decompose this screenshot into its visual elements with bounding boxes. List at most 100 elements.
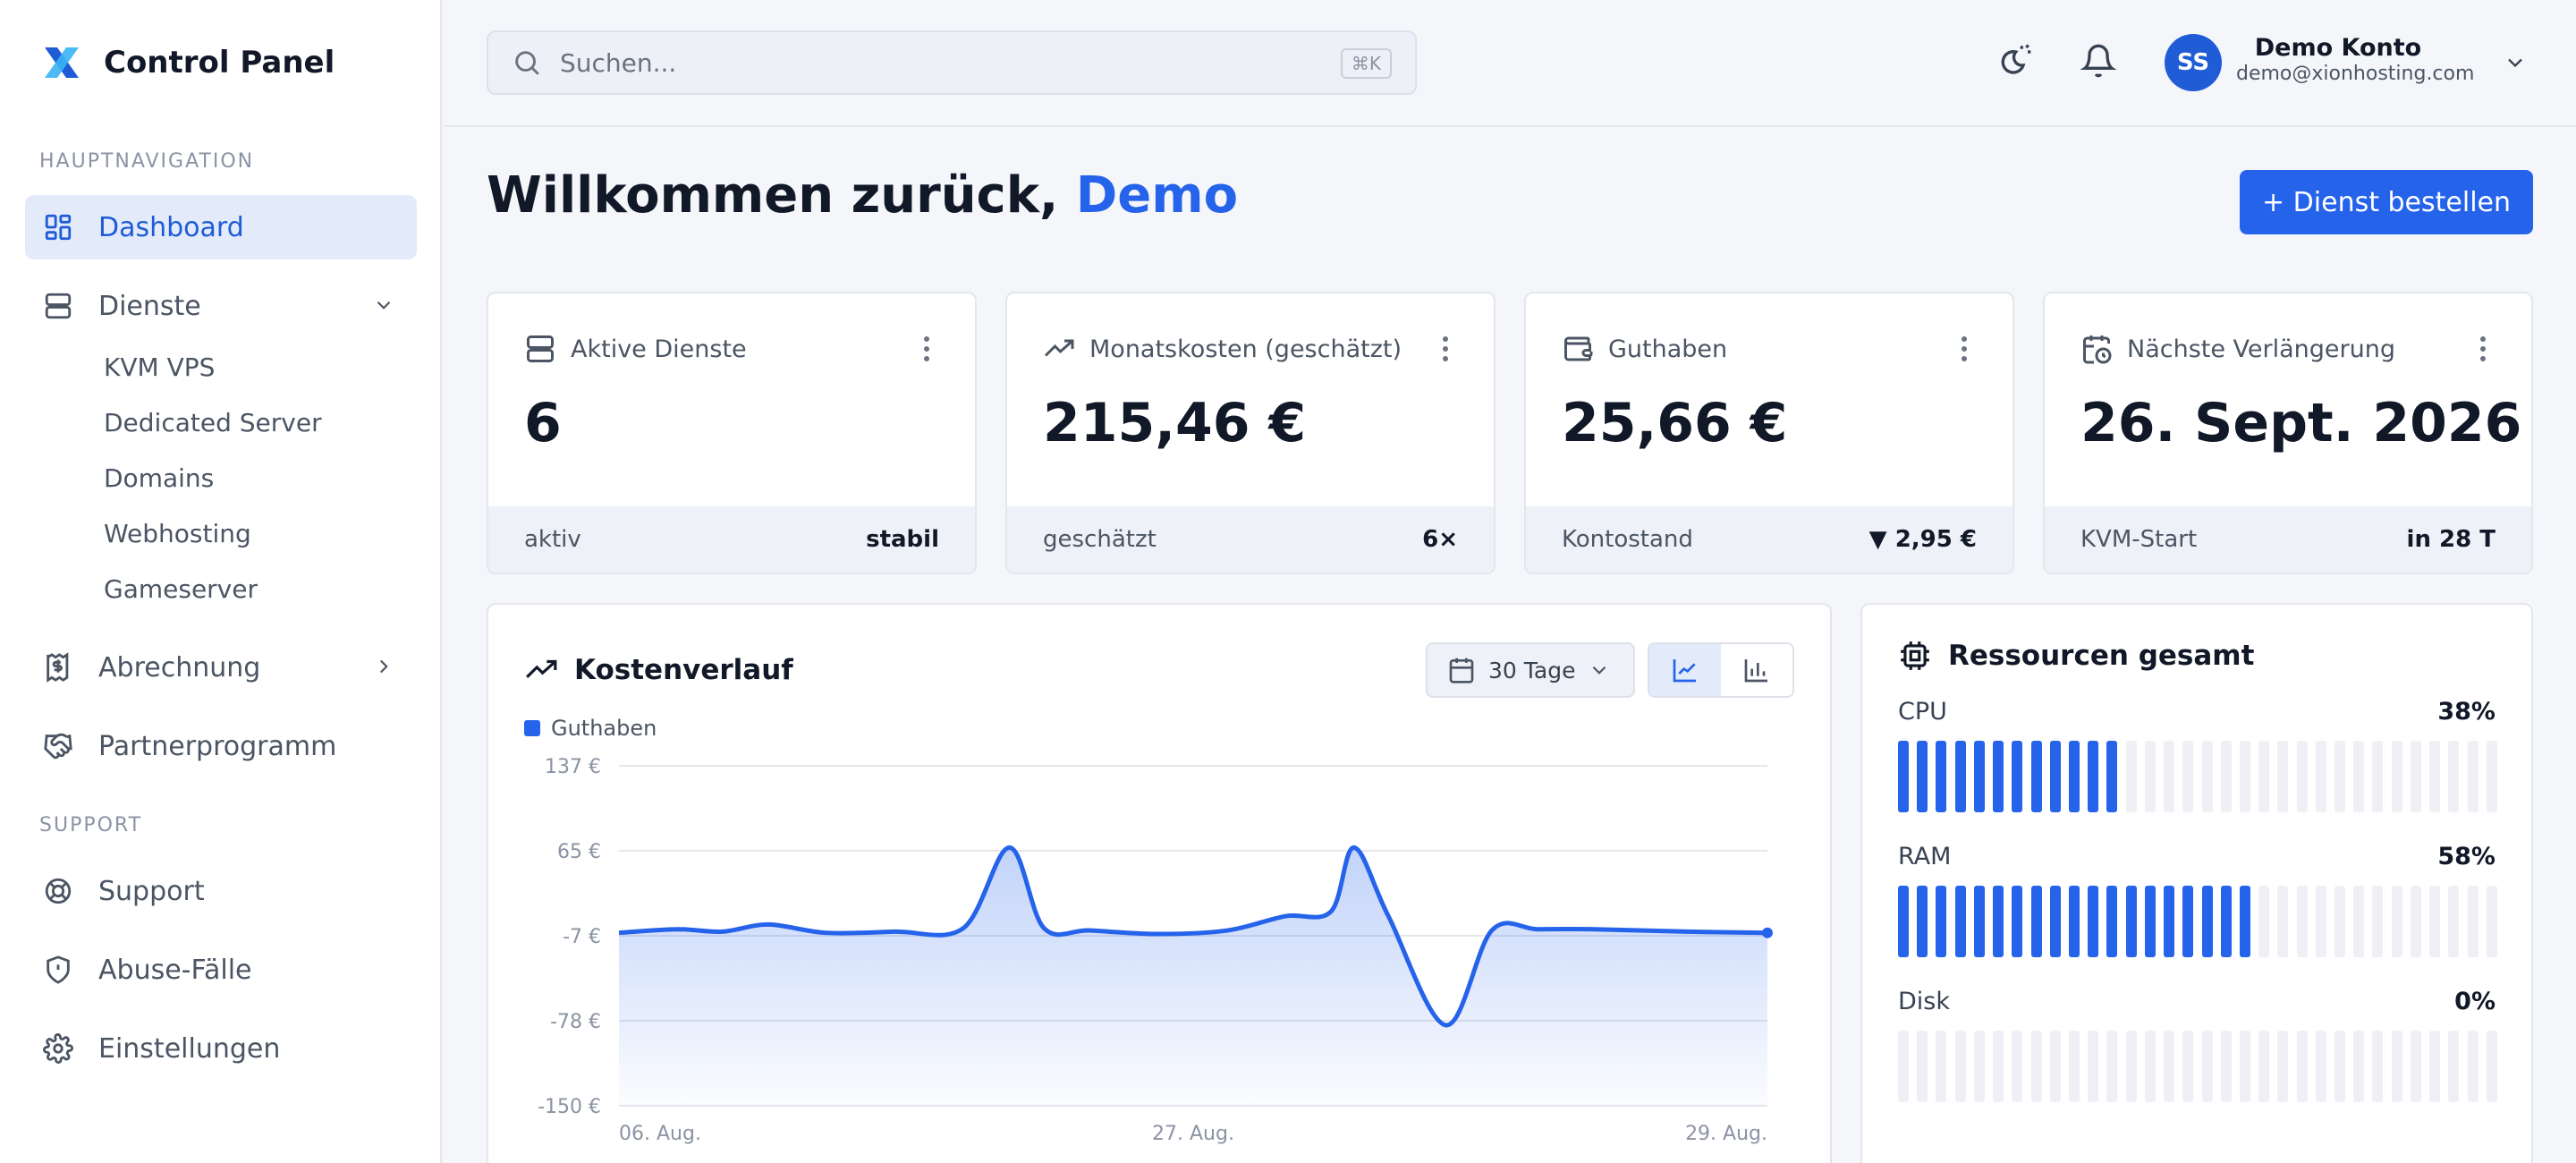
resource-segment	[2353, 886, 2365, 957]
resource-segment	[1898, 1031, 1909, 1102]
sidebar: Control Panel HAUPTNAVIGATION Dashboard …	[0, 0, 442, 1163]
resources-panel: Ressourcen gesamt CPU 38% RAM 58% Disk 0…	[1860, 603, 2533, 1163]
section-label-support: SUPPORT	[39, 814, 143, 836]
chevron-down-icon[interactable]	[2503, 50, 2528, 75]
cost-history-panel: Kostenverlauf 30 Tage Guthaben 137 €65 €…	[487, 603, 1832, 1163]
welcome-text: Willkommen zurück,	[487, 166, 1059, 225]
sidebar-item-partner[interactable]: Partnerprogramm	[25, 714, 417, 778]
resource-segment	[1973, 886, 1985, 957]
sidebar-item-label: Abuse-Fälle	[98, 954, 252, 986]
sidebar-subitem-kvm[interactable]: KVM VPS	[104, 352, 215, 382]
resource-segment	[2486, 1031, 2497, 1102]
resource-pct-disk: 0%	[2454, 988, 2496, 1015]
resource-segment	[2296, 1031, 2308, 1102]
more-vertical-icon[interactable]	[921, 335, 932, 363]
resource-segment	[2277, 741, 2289, 812]
resource-segment	[1917, 1031, 1928, 1102]
resource-segment	[2182, 886, 2194, 957]
resource-bar-ram	[1898, 886, 2497, 957]
avatar[interactable]: SS	[2165, 34, 2222, 91]
sidebar-item-support[interactable]: Support	[25, 859, 417, 923]
panel-header: Ressourcen gesamt	[1898, 639, 2254, 673]
card-footer-value: 6×	[1422, 526, 1458, 553]
resource-segment	[2258, 886, 2270, 957]
sidebar-item-label: Support	[98, 875, 205, 907]
resource-segment	[1973, 1031, 1985, 1102]
gear-icon	[43, 1033, 73, 1064]
resource-segment	[2448, 741, 2460, 812]
resource-segment	[1917, 741, 1928, 812]
sidebar-item-label: Dienste	[98, 290, 201, 322]
sidebar-subitem-gameserver[interactable]: Gameserver	[104, 574, 258, 604]
resource-segment	[2429, 741, 2441, 812]
resource-segment	[2239, 741, 2250, 812]
resource-segment	[2125, 886, 2137, 957]
resource-segment	[2334, 886, 2346, 957]
resource-segment	[2239, 886, 2250, 957]
sidebar-subitem-webhosting[interactable]: Webhosting	[104, 519, 251, 548]
sidebar-item-settings[interactable]: Einstellungen	[25, 1016, 417, 1081]
more-vertical-icon[interactable]	[1440, 335, 1451, 363]
sidebar-subitem-domains[interactable]: Domains	[104, 463, 214, 493]
resource-segment	[1993, 886, 2004, 957]
resource-segment	[2372, 1031, 2384, 1102]
sidebar-item-dienste[interactable]: Dienste	[25, 274, 417, 338]
sidebar-item-abrechnung[interactable]: Abrechnung	[25, 635, 417, 700]
y-tick-label: 65 €	[557, 841, 601, 863]
resource-segment	[2486, 741, 2497, 812]
more-vertical-icon[interactable]	[1959, 335, 1970, 363]
resource-segment	[2164, 741, 2175, 812]
resource-segment	[2049, 886, 2061, 957]
resource-segment	[2049, 741, 2061, 812]
sidebar-item-abuse[interactable]: Abuse-Fälle	[25, 938, 417, 1002]
resource-segment	[2220, 886, 2232, 957]
resource-segment	[2182, 741, 2194, 812]
resource-segment	[2486, 886, 2497, 957]
card-value: 26. Sept. 2026	[2080, 392, 2522, 454]
resource-segment	[2334, 741, 2346, 812]
resource-segment	[2239, 1031, 2250, 1102]
card-footer-label: aktiv	[524, 526, 581, 553]
theme-toggle-icon[interactable]	[1996, 43, 2032, 79]
resource-segment	[2088, 741, 2099, 812]
resource-segment	[2353, 741, 2365, 812]
card-title: Aktive Dienste	[571, 335, 747, 363]
chart-point-last[interactable]	[1762, 927, 1773, 938]
card-title: Monatskosten (geschätzt)	[1089, 335, 1402, 363]
search-icon	[515, 51, 539, 75]
resource-segment	[1954, 741, 1966, 812]
resource-segment	[1993, 1031, 2004, 1102]
server-icon	[527, 335, 554, 362]
resource-segment	[2467, 886, 2479, 957]
user-name[interactable]: Demo Konto	[2236, 34, 2440, 62]
card-footer: Kontostand ▼ 2,95 €	[1526, 506, 2012, 573]
sidebar-item-dashboard[interactable]: Dashboard	[25, 195, 417, 259]
x-tick-label: 27. Aug.	[1152, 1123, 1234, 1145]
resource-segment	[2220, 1031, 2232, 1102]
stat-card-next-renewal: Nächste Verlängerung 26. Sept. 2026 KVM-…	[2043, 292, 2533, 574]
sidebar-subitem-dedicated[interactable]: Dedicated Server	[104, 408, 322, 437]
welcome-name: Demo	[1075, 166, 1239, 225]
trending-up-icon	[1044, 339, 1074, 357]
chart-area	[619, 847, 1767, 1106]
brand-title: Control Panel	[104, 45, 335, 81]
resource-segment	[2410, 741, 2421, 812]
resource-segment	[2467, 1031, 2479, 1102]
resource-segment	[2012, 741, 2023, 812]
resource-segment	[2391, 886, 2402, 957]
search-input[interactable]: Suchen... ⌘K	[487, 30, 1417, 95]
resource-segment	[2106, 1031, 2118, 1102]
card-footer: KVM-Start in 28 T	[2045, 506, 2531, 573]
resource-segment	[1917, 886, 1928, 957]
sidebar-item-label: Abrechnung	[98, 651, 261, 683]
card-footer: aktiv stabil	[488, 506, 975, 573]
resource-segment	[2106, 886, 2118, 957]
order-service-button[interactable]: + Dienst bestellen	[2240, 170, 2533, 234]
resource-segment	[2201, 741, 2213, 812]
brand[interactable]: Control Panel	[43, 45, 335, 81]
search-placeholder: Suchen...	[560, 47, 677, 78]
more-vertical-icon[interactable]	[2478, 335, 2488, 363]
y-tick-label: -150 €	[538, 1096, 601, 1118]
resource-segment	[2315, 1031, 2326, 1102]
bell-icon[interactable]	[2080, 43, 2116, 79]
